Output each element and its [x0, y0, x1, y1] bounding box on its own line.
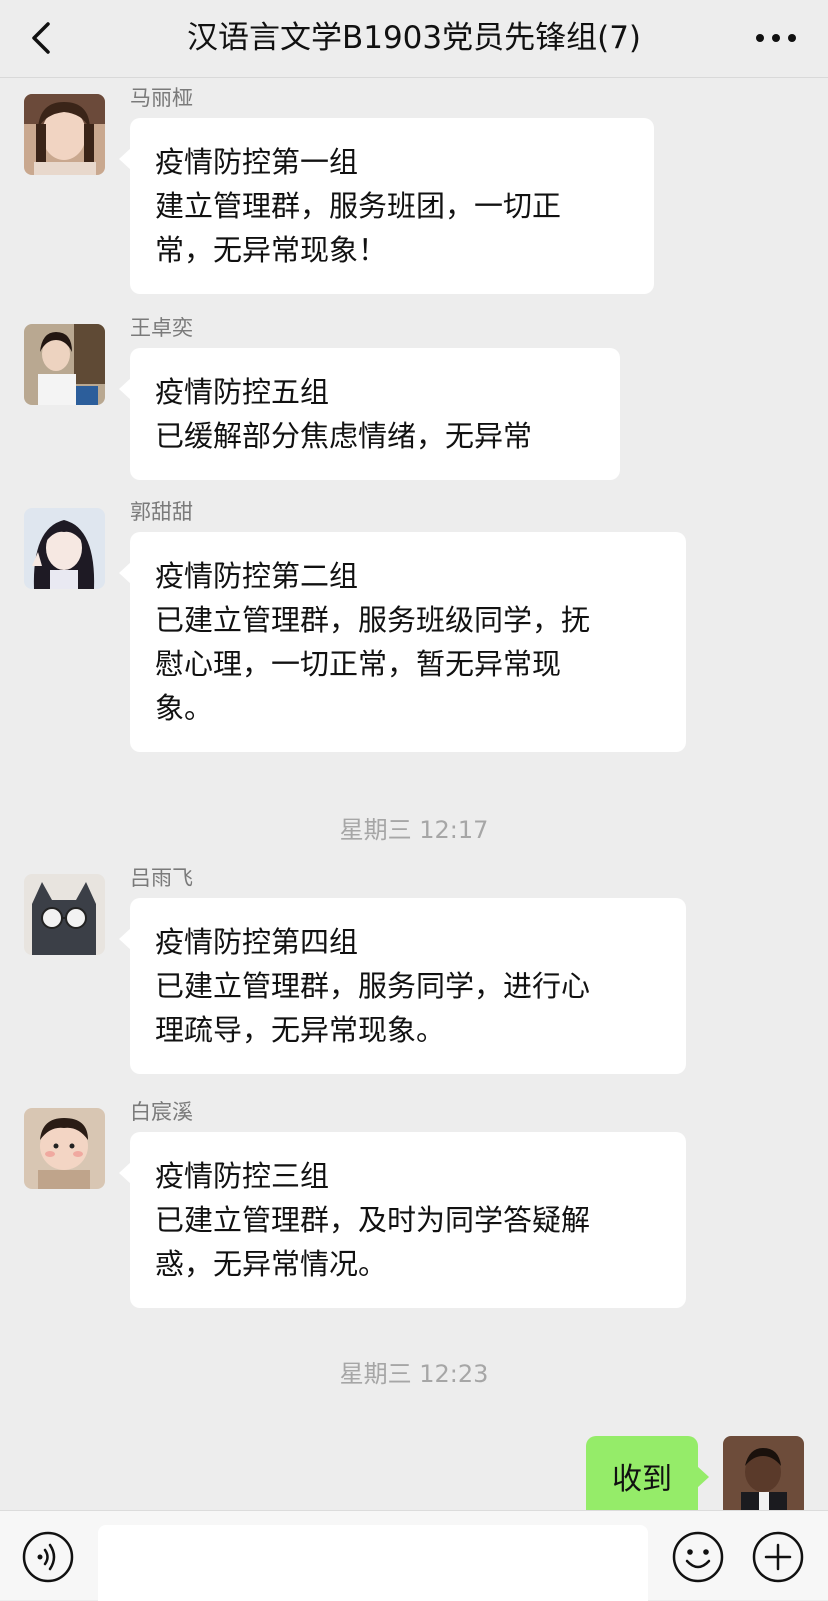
chat-header: 汉语言文学B1903党员先锋组(7) [0, 0, 828, 78]
message-line: 已建立管理群，及时为同学答疑解 [155, 1203, 591, 1237]
message-line: 常，无异常现象！ [155, 233, 388, 267]
plus-icon [752, 1531, 804, 1583]
message-line: 惑，无异常情况。 [155, 1247, 388, 1281]
message-input[interactable] [98, 1525, 648, 1601]
chevron-left-icon [32, 22, 50, 54]
message-line: 疫情防控第四组 [155, 925, 359, 959]
chat-title: 汉语言文学B1903党员先锋组(7) [186, 20, 642, 56]
message-line: 疫情防控第二组 [155, 559, 359, 593]
timestamp: 星期三 12:23 [339, 1360, 489, 1388]
timestamp: 星期三 12:17 [339, 816, 489, 844]
message-line: 理疏导，无异常现象。 [155, 1013, 446, 1047]
message-item: 吕雨飞 疫情防控第四组 已建立管理群，服务同学，进行心 理疏导，无异常现象。 [0, 860, 828, 1074]
message-line: 已建立管理群，服务班级同学，抚 [155, 603, 591, 637]
sender-name: 马丽桠 [130, 86, 193, 110]
message-bubble[interactable]: 疫情防控第二组 已建立管理群，服务班级同学，抚 慰心理，一切正常，暂无异常现 象… [119, 532, 686, 752]
avatar[interactable] [24, 94, 105, 175]
message-bubble[interactable]: 疫情防控第一组 建立管理群，服务班团，一切正 常，无异常现象！ [119, 118, 654, 294]
message-line: 疫情防控三组 [155, 1159, 330, 1193]
message-bubble[interactable]: 疫情防控第四组 已建立管理群，服务同学，进行心 理疏导，无异常现象。 [119, 898, 686, 1074]
avatar[interactable] [24, 508, 105, 589]
avatar[interactable] [24, 1108, 105, 1189]
sender-name: 郭甜甜 [130, 500, 193, 524]
voice-icon [22, 1531, 74, 1583]
voice-button[interactable] [22, 1531, 74, 1583]
message-bubble[interactable]: 疫情防控三组 已建立管理群，及时为同学答疑解 惑，无异常情况。 [119, 1132, 686, 1308]
message-line: 建立管理群，服务班团，一切正 [155, 189, 562, 223]
emoji-button[interactable] [672, 1531, 724, 1583]
message-line: 慰心理，一切正常，暂无异常现 [155, 647, 562, 681]
message-line: 象。 [155, 691, 214, 725]
plus-button[interactable] [752, 1531, 804, 1583]
more-dots-icon [756, 34, 796, 42]
my-message-text: 收到 [612, 1462, 672, 1497]
message-line: 疫情防控第一组 [155, 145, 359, 179]
message-line: 已缓解部分焦虑情绪，无异常 [155, 419, 533, 453]
message-item: 郭甜甜 疫情防控第二组 已建立管理群，服务班级同学，抚 慰心理，一切正常，暂无异… [0, 494, 828, 754]
message-line: 已建立管理群，服务同学，进行心 [155, 969, 591, 1003]
chat-messages[interactable]: 马丽桠 疫情防控第一组 建立管理群，服务班团，一切正 常，无异常现象！ 王卓奕 … [0, 78, 828, 1510]
back-button[interactable] [22, 14, 66, 62]
message-bubble[interactable]: 疫情防控五组 已缓解部分焦虑情绪，无异常 [119, 348, 620, 480]
message-line: 疫情防控五组 [155, 375, 330, 409]
message-item: 王卓奕 疫情防控五组 已缓解部分焦虑情绪，无异常 [0, 310, 828, 480]
more-button[interactable] [752, 18, 800, 58]
input-bar [0, 1510, 828, 1601]
sender-name: 吕雨飞 [130, 866, 193, 890]
message-item: 马丽桠 疫情防控第一组 建立管理群，服务班团，一切正 常，无异常现象！ [0, 80, 828, 294]
emoji-icon [672, 1531, 724, 1583]
message-item: 白宸溪 疫情防控三组 已建立管理群，及时为同学答疑解 惑，无异常情况。 [0, 1094, 828, 1308]
avatar[interactable] [24, 324, 105, 405]
my-avatar[interactable] [723, 1436, 804, 1517]
sender-name: 白宸溪 [130, 1100, 193, 1124]
sender-name: 王卓奕 [130, 316, 193, 340]
avatar[interactable] [24, 874, 105, 955]
